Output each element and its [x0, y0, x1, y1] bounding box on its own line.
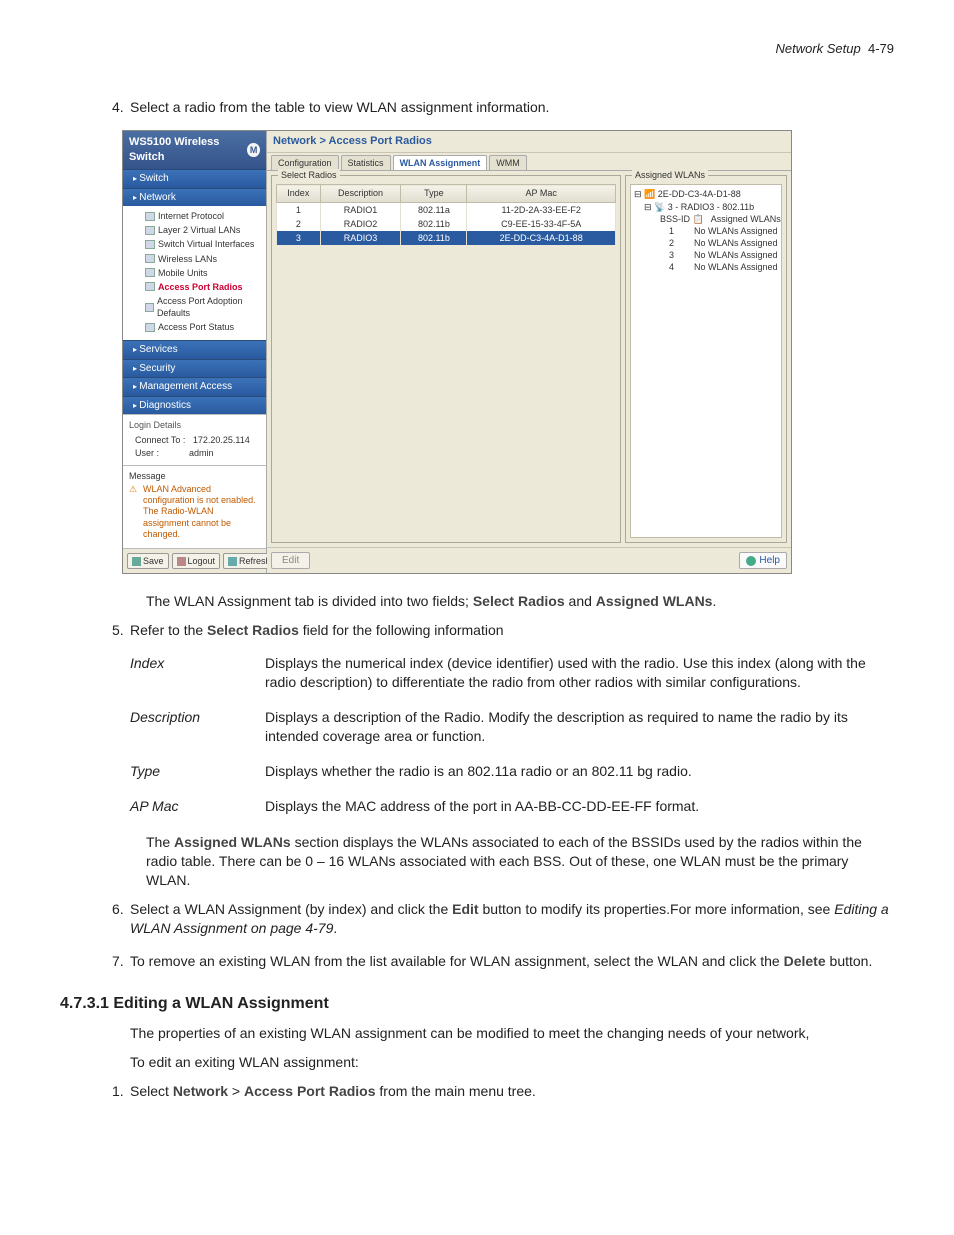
main-panel: Network > Access Port Radios Configurati…	[267, 131, 791, 573]
tree-icon	[145, 323, 155, 332]
step-4: 4. Select a radio from the table to view…	[114, 98, 894, 117]
col-type[interactable]: Type	[401, 185, 467, 202]
app-title-bar: WS5100 Wireless Switch M	[123, 131, 266, 169]
nav-services[interactable]: Services	[123, 340, 266, 359]
definition-desc: Displays whether the radio is an 802.11a…	[265, 762, 894, 781]
col-apmac[interactable]: AP Mac	[467, 185, 616, 202]
step-7: 7. To remove an existing WLAN from the l…	[114, 952, 894, 971]
nav-mgmt[interactable]: Management Access	[123, 377, 266, 396]
section-p1: The properties of an existing WLAN assig…	[130, 1024, 894, 1043]
tabs: Configuration Statistics WLAN Assignment…	[267, 153, 791, 171]
assigned-wlans-paragraph: The Assigned WLANs section displays the …	[130, 833, 894, 890]
tree-row[interactable]: 2 No WLANs Assigned	[634, 237, 778, 249]
content-body: 4. Select a radio from the table to view…	[60, 98, 894, 1102]
definition-row: TypeDisplays whether the radio is an 802…	[130, 762, 894, 781]
tab-statistics[interactable]: Statistics	[341, 155, 391, 170]
warning-message: WLAN Advanced configuration is not enabl…	[129, 482, 260, 544]
tree-row[interactable]: 4 No WLANs Assigned	[634, 261, 778, 273]
definition-row: IndexDisplays the numerical index (devic…	[130, 654, 894, 692]
tree-icon	[145, 212, 155, 221]
nav-item-ap-status[interactable]: Access Port Status	[133, 320, 262, 334]
step-5: 5. Refer to the Select Radios field for …	[114, 621, 894, 640]
app-title: WS5100 Wireless Switch	[129, 135, 247, 165]
tree-row[interactable]: 3 No WLANs Assigned	[634, 249, 778, 261]
refresh-icon	[228, 557, 237, 566]
definition-desc: Displays the numerical index (device ide…	[265, 654, 894, 692]
nav-item-svi[interactable]: Switch Virtual Interfaces	[133, 237, 262, 251]
nav-switch[interactable]: Switch	[123, 169, 266, 188]
col-description[interactable]: Description	[320, 185, 401, 202]
header-page: 4-79	[868, 41, 894, 56]
app-screenshot: WS5100 Wireless Switch M Switch Network …	[122, 130, 792, 574]
logout-button[interactable]: Logout	[172, 553, 221, 569]
select-radios-link: Select Radios	[473, 593, 565, 609]
tab-configuration[interactable]: Configuration	[271, 155, 339, 170]
section-heading: 4.7.3.1 Editing a WLAN Assignment	[60, 993, 894, 1015]
table-row[interactable]: 1RADIO1802.11a11-2D-2A-33-EE-F2	[277, 202, 616, 217]
sidebar: WS5100 Wireless Switch M Switch Network …	[123, 131, 267, 573]
select-radios-group: Select Radios Index Description Type AP …	[271, 175, 621, 542]
sec-step-1: 1. Select Network > Access Port Radios f…	[114, 1082, 894, 1101]
tree-row[interactable]: 1 No WLANs Assigned	[634, 225, 778, 237]
logo-icon: M	[247, 143, 260, 157]
definition-row: DescriptionDisplays a description of the…	[130, 708, 894, 746]
nav-item-ap-adopt[interactable]: Access Port Adoption Defaults	[133, 294, 262, 320]
tree-icon	[145, 240, 155, 249]
tree-icon	[145, 268, 155, 277]
tree-icon	[145, 254, 155, 263]
col-index[interactable]: Index	[277, 185, 321, 202]
tree-icon	[145, 226, 155, 235]
definition-term: Type	[130, 762, 265, 781]
definition-term: AP Mac	[130, 797, 265, 816]
definition-term: Description	[130, 708, 265, 746]
sidebar-buttons: Save Logout Refresh	[123, 548, 266, 573]
table-row[interactable]: 2RADIO2802.11bC9-EE-15-33-4F-5A	[277, 217, 616, 231]
definition-row: AP MacDisplays the MAC address of the po…	[130, 797, 894, 816]
definition-desc: Displays the MAC address of the port in …	[265, 797, 894, 816]
definition-desc: Displays a description of the Radio. Mod…	[265, 708, 894, 746]
nav-item-wlan[interactable]: Wireless LANs	[133, 252, 262, 266]
nav-item-ip[interactable]: Internet Protocol	[133, 209, 262, 223]
nav-diag[interactable]: Diagnostics	[123, 396, 266, 415]
assigned-tree[interactable]: ⊟ 📶 2E-DD-C3-4A-D1-88 ⊟ 📡 3 - RADIO3 - 8…	[630, 184, 782, 537]
nav-item-mu[interactable]: Mobile Units	[133, 266, 262, 280]
table-row[interactable]: 3RADIO3802.11b2E-DD-C3-4A-D1-88	[277, 231, 616, 245]
save-button[interactable]: Save	[127, 553, 169, 569]
nav-network[interactable]: Network	[123, 188, 266, 207]
tree-icon	[145, 282, 155, 291]
nav-tree: Internet Protocol Layer 2 Virtual LANs S…	[123, 206, 266, 340]
tab-wmm[interactable]: WMM	[489, 155, 527, 170]
message-box: Message WLAN Advanced configuration is n…	[123, 465, 266, 548]
tree-icon	[145, 303, 154, 312]
save-icon	[132, 557, 141, 566]
section-p2: To edit an exiting WLAN assignment:	[130, 1053, 894, 1072]
nav-item-l2vlan[interactable]: Layer 2 Virtual LANs	[133, 223, 262, 237]
logout-icon	[177, 557, 186, 566]
edit-button[interactable]: Edit	[271, 552, 310, 570]
help-button[interactable]: Help	[739, 552, 787, 570]
intro-paragraph: The WLAN Assignment tab is divided into …	[130, 592, 894, 611]
definition-list: IndexDisplays the numerical index (devic…	[130, 654, 894, 815]
definition-term: Index	[130, 654, 265, 692]
nav-item-ap-radios[interactable]: Access Port Radios	[133, 280, 262, 294]
nav-security[interactable]: Security	[123, 359, 266, 378]
tab-wlan-assignment[interactable]: WLAN Assignment	[393, 155, 488, 170]
panel-footer: Edit Help	[267, 547, 791, 574]
breadcrumb: Network > Access Port Radios	[267, 131, 791, 153]
assigned-wlans-group: Assigned WLANs ⊟ 📶 2E-DD-C3-4A-D1-88 ⊟ 📡…	[625, 175, 787, 542]
step-6: 6. Select a WLAN Assignment (by index) a…	[114, 900, 894, 938]
page-header: Network Setup 4-79	[60, 40, 894, 58]
radios-table: Index Description Type AP Mac 1RADIO1802…	[276, 184, 616, 245]
header-section: Network Setup	[775, 41, 860, 56]
assigned-wlans-link: Assigned WLANs	[596, 593, 713, 609]
login-details: Login Details Connect To : 172.20.25.114…	[123, 414, 266, 464]
